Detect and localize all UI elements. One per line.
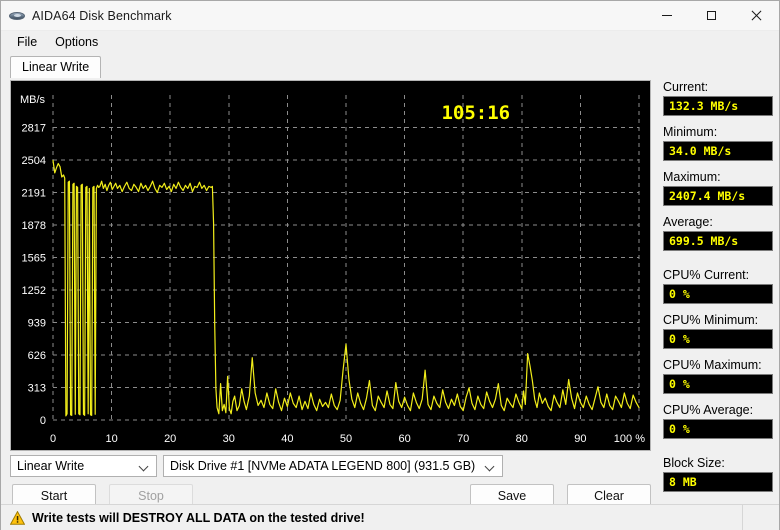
stat-value-cpu-average: 0 % [663,419,773,439]
stat-label-cpu-maximum: CPU% Maximum: [663,358,762,372]
stat-value-minimum: 34.0 MB/s [663,141,773,161]
benchmark-chart: 0 313 626 939 1252 1565 1878 2191 2504 2817 0 10 20 3… [10,80,651,451]
y-axis-tick-label: 1252 [22,285,46,297]
stat-label-cpu-average: CPU% Average: [663,403,754,417]
selector-row: Linear Write Disk Drive #1 [NVMe ADATA L… [10,455,651,477]
app-disk-icon [9,8,25,24]
stat-current: Current: 132.3 MB/s [663,80,773,116]
x-axis-tick-label: 60 [398,433,410,445]
stat-minimum: Minimum: 34.0 MB/s [663,125,773,161]
tab-linear-write[interactable]: Linear Write [10,56,102,78]
test-mode-select[interactable]: Linear Write [10,455,157,477]
stat-cpu-average: CPU% Average: 0 % [663,403,773,439]
x-axis-tick-label: 10 [105,433,117,445]
stat-cpu-current: CPU% Current: 0 % [663,268,773,304]
x-axis-tick-label: 70 [457,433,469,445]
stat-cpu-minimum: CPU% Minimum: 0 % [663,313,773,349]
warning-text: Write tests will DESTROY ALL DATA on the… [32,510,365,525]
chevron-down-icon [140,462,149,471]
test-mode-value: Linear Write [17,459,85,473]
stat-label-block-size: Block Size: [663,456,725,470]
close-icon [751,10,762,21]
stat-value-average: 699.5 MB/s [663,231,773,251]
y-axis-tick-label: 1878 [22,220,46,232]
stat-cpu-maximum: CPU% Maximum: 0 % [663,358,773,394]
stat-value-cpu-maximum: 0 % [663,374,773,394]
close-button[interactable] [734,1,779,30]
drive-value: Disk Drive #1 [NVMe ADATA LEGEND 800] (9… [170,459,476,473]
y-axis-tick-label: 2817 [22,123,46,135]
stat-value-cpu-current: 0 % [663,284,773,304]
main-area: 0 313 626 939 1252 1565 1878 2191 2504 2817 0 10 20 3… [1,80,779,529]
x-axis-tick-label: 50 [340,433,352,445]
chevron-down-icon [486,462,495,471]
stat-label-average: Average: [663,215,713,229]
y-axis-tick-label: 626 [28,350,46,362]
aida64-disk-benchmark-window: AIDA64 Disk Benchmark File Options Linea… [0,0,780,530]
tab-strip: Linear Write [1,56,779,78]
elapsed-time-overlay: 105:16 [441,102,510,124]
chart-canvas: 0 313 626 939 1252 1565 1878 2191 2504 2817 0 10 20 3… [20,94,645,445]
warning-bar: Write tests will DESTROY ALL DATA on the… [1,504,779,530]
x-axis-tick-label: 0 [50,433,56,445]
y-axis-tick-label: 939 [28,318,46,330]
control-bar: Linear Write Disk Drive #1 [NVMe ADATA L… [10,455,651,508]
x-axis-tick-label: 80 [516,433,528,445]
stat-block-size: Block Size: 8 MB [663,456,773,492]
x-axis-tick-label: 30 [223,433,235,445]
stat-value-current: 132.3 MB/s [663,96,773,116]
x-axis-tick-label: 90 [574,433,586,445]
x-axis-tick-label: 100 % [614,433,645,445]
menu-item-options[interactable]: Options [46,33,107,51]
stat-label-minimum: Minimum: [663,125,718,139]
x-axis-tick-label: 40 [281,433,293,445]
stat-label-cpu-current: CPU% Current: [663,268,750,282]
y-axis-tick-label: 2191 [22,188,46,200]
window-controls [644,1,779,30]
drive-select[interactable]: Disk Drive #1 [NVMe ADATA LEGEND 800] (9… [163,455,503,477]
menu-item-file[interactable]: File [8,33,46,51]
warning-triangle-icon [9,510,26,525]
maximize-icon [707,11,716,20]
stat-label-current: Current: [663,80,709,94]
maximize-button[interactable] [689,1,734,30]
stat-label-maximum: Maximum: [663,170,721,184]
status-separator [742,505,743,530]
stat-label-cpu-minimum: CPU% Minimum: [663,313,759,327]
stat-value-maximum: 2407.4 MB/s [663,186,773,206]
stat-value-cpu-minimum: 0 % [663,329,773,349]
y-axis-tick-label: 313 [28,383,46,395]
title-bar: AIDA64 Disk Benchmark [1,1,779,31]
statistics-panel: Current: 132.3 MB/s Minimum: 34.0 MB/s Maxim… [663,80,773,501]
minimize-icon [661,15,672,16]
y-axis-label: MB/s [20,94,46,106]
stat-maximum: Maximum: 2407.4 MB/s [663,170,773,206]
minimize-button[interactable] [644,1,689,30]
y-axis-tick-label: 2504 [22,155,46,167]
stat-average: Average: 699.5 MB/s [663,215,773,251]
menu-bar: File Options [1,31,779,53]
y-axis-tick-label: 0 [40,415,46,427]
stat-value-block-size: 8 MB [663,472,773,492]
y-axis-tick-label: 1565 [22,253,46,265]
window-title: AIDA64 Disk Benchmark [32,8,172,23]
x-axis-tick-label: 20 [164,433,176,445]
